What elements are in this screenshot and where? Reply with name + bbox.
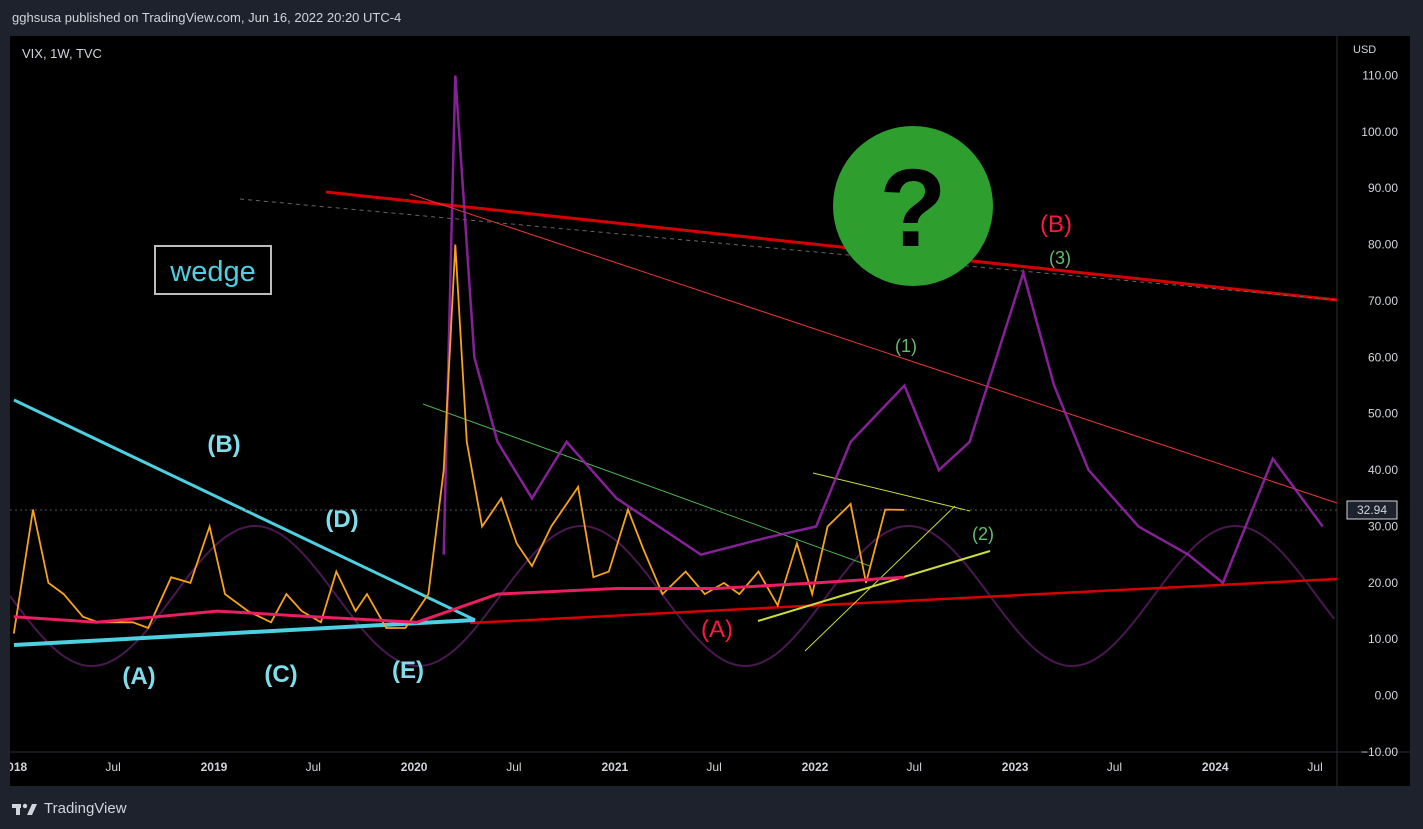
- wave-label-e-cyan: (E): [392, 657, 424, 684]
- y-tick-label: 80.00: [1368, 238, 1398, 252]
- x-tick-label: 2018: [10, 760, 28, 774]
- y-tick-label: 10.00: [1368, 632, 1398, 646]
- x-tick-label: 2019: [201, 760, 228, 774]
- x-tick-label: 2021: [601, 760, 628, 774]
- wedge-label: wedge: [169, 256, 255, 288]
- y-tick-label: 20.00: [1368, 576, 1398, 590]
- symbol-label: VIX, 1W, TVC: [22, 46, 102, 61]
- wave-label-3-green: (3): [1049, 248, 1071, 268]
- x-tick-label: 2024: [1202, 760, 1229, 774]
- wave-label-d-cyan: (D): [325, 506, 358, 533]
- wave-label-b-cyan: (B): [207, 431, 240, 458]
- question-mark-icon: ?: [879, 147, 946, 270]
- wave-label-1-green: (1): [895, 336, 917, 356]
- wave-label-a-red: (A): [701, 616, 733, 643]
- x-tick-label: Jul: [706, 760, 721, 774]
- last-price-value: 32.94: [1357, 503, 1387, 517]
- wave-label-b-red: (B): [1040, 211, 1072, 238]
- wave-label-a-cyan: (A): [122, 663, 155, 690]
- x-tick-label: Jul: [506, 760, 521, 774]
- y-tick-label: 70.00: [1368, 294, 1398, 308]
- y-tick-label: 40.00: [1368, 463, 1398, 477]
- footer-brand-text: TradingView: [44, 800, 127, 817]
- y-tick-label: 110.00: [1362, 68, 1398, 82]
- x-tick-label: Jul: [105, 760, 120, 774]
- tradingview-logo-icon: [12, 803, 37, 815]
- publish-header: gghsusa published on TradingView.com, Ju…: [12, 10, 402, 25]
- x-tick-label: Jul: [1307, 760, 1322, 774]
- y-tick-label: 30.00: [1368, 519, 1398, 533]
- plot-background: [10, 36, 1337, 786]
- vix-chart[interactable]: VIX, 1W, TVC USD 110.00 100.00 90.00 80.00 7…: [10, 36, 1410, 786]
- x-tick-label: Jul: [306, 760, 321, 774]
- x-tick-label: 2022: [802, 760, 829, 774]
- y-tick-label: −10.00: [1361, 745, 1398, 759]
- x-tick-label: 2023: [1002, 760, 1029, 774]
- y-tick-label: 50.00: [1368, 407, 1398, 421]
- x-tick-label: Jul: [1107, 760, 1122, 774]
- footer-branding: TradingView: [12, 800, 127, 817]
- x-tick-label: Jul: [907, 760, 922, 774]
- y-tick-label: 60.00: [1368, 350, 1398, 364]
- currency-label: USD: [1353, 44, 1376, 56]
- y-tick-label: 0.00: [1375, 689, 1399, 703]
- wave-label-2-green: (2): [972, 524, 994, 544]
- y-tick-label: 90.00: [1368, 181, 1398, 195]
- wave-label-c-cyan: (C): [264, 661, 297, 688]
- x-tick-label: 2020: [401, 760, 428, 774]
- y-tick-label: 100.00: [1361, 125, 1398, 139]
